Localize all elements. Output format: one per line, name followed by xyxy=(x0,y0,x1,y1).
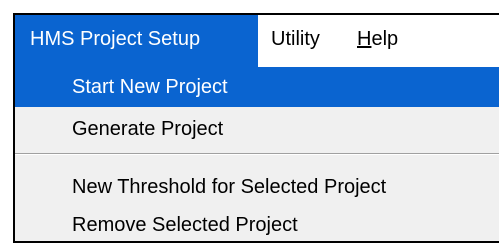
menu-item-label: Start New Project xyxy=(72,76,228,98)
menu-hms-project-setup-label: HMS Project Setup xyxy=(30,28,201,50)
application-window: HMS Project Setup Utility Help Start New… xyxy=(13,13,499,243)
menu-item-generate-project[interactable]: Generate Project xyxy=(15,109,499,149)
menu-hms-project-setup[interactable]: HMS Project Setup xyxy=(15,15,258,67)
menu-utility-label: Utility xyxy=(271,28,320,50)
hms-project-setup-dropdown: Start New Project Generate Project New T… xyxy=(15,67,499,243)
menu-help[interactable]: Help xyxy=(357,15,398,67)
menu-item-new-threshold[interactable]: New Threshold for Selected Project xyxy=(15,167,499,207)
menu-utility[interactable]: Utility xyxy=(271,15,320,67)
menu-help-label-rest: elp xyxy=(371,28,399,50)
menu-separator xyxy=(15,153,499,155)
menu-bar: HMS Project Setup Utility Help xyxy=(15,15,499,68)
menu-item-remove-selected-project[interactable]: Remove Selected Project xyxy=(15,205,499,245)
menu-item-label: Generate Project xyxy=(72,118,224,140)
menu-item-label: New Threshold for Selected Project xyxy=(72,176,387,198)
menu-help-accelerator: H xyxy=(357,28,372,50)
menu-item-label: Remove Selected Project xyxy=(72,214,298,236)
menu-item-start-new-project[interactable]: Start New Project xyxy=(15,67,499,107)
